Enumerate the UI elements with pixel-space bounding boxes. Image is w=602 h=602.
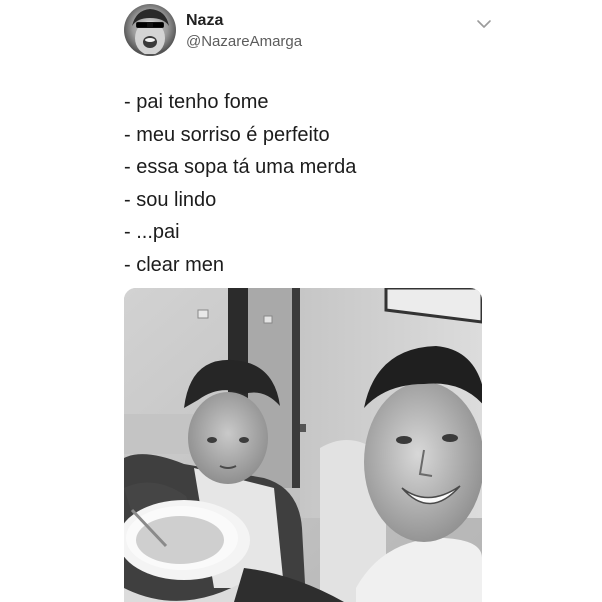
tweet-line: - meu sorriso é perfeito <box>124 123 330 146</box>
author-handle[interactable]: @NazareAmarga <box>186 32 302 52</box>
tweet-text: - pai tenho fome - meu sorriso é perfeit… <box>124 86 494 281</box>
chevron-down-icon[interactable] <box>474 14 494 34</box>
tweet-photo[interactable] <box>124 288 482 602</box>
author-names: Naza @NazareAmarga <box>186 12 302 52</box>
tweet-line: - ...pai <box>124 221 180 243</box>
tweet-line: - clear men <box>124 253 225 276</box>
tweet-line: - sou lindo <box>124 188 217 211</box>
tweet-card: Naza @NazareAmarga - pai tenho fome - me… <box>0 0 602 602</box>
tweet-header: Naza @NazareAmarga <box>124 4 494 60</box>
tweet-line: - pai tenho fome <box>124 91 269 113</box>
tweet-line: - essa sopa tá uma merda <box>124 156 357 178</box>
author-avatar[interactable] <box>124 4 176 56</box>
author-display-name[interactable]: Naza <box>186 12 302 30</box>
